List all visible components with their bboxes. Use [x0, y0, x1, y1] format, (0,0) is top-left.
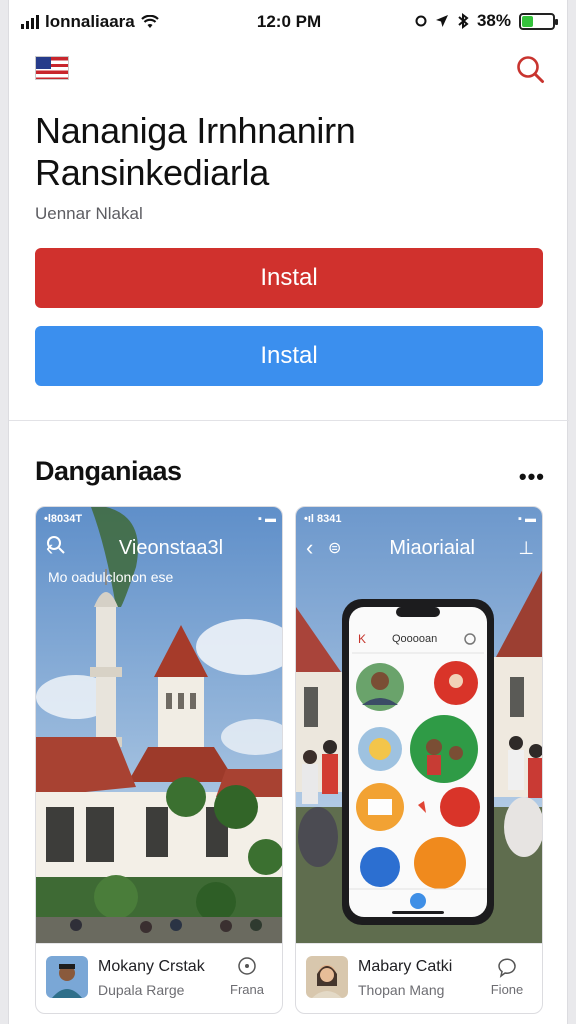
- mini-nav-bar: ‹ ⊜ Miaoriaial ⊥: [306, 535, 534, 561]
- developer-avatar: [46, 956, 88, 998]
- mini-nav-title: Vieonstaa3l: [118, 536, 224, 559]
- location-pin-icon[interactable]: [236, 956, 258, 978]
- app-subtitle: Uennar Nlakal: [35, 204, 143, 223]
- svg-text:K: K: [358, 632, 366, 646]
- location-arrow-icon: [435, 15, 448, 27]
- mini-nav-bar: ‹ Vieonstaa3l: [46, 535, 274, 561]
- bluetooth-icon: [458, 13, 469, 29]
- status-right: 38%: [415, 11, 558, 31]
- menu-icon: ⊜: [328, 540, 342, 557]
- us-flag-icon[interactable]: [35, 56, 69, 80]
- battery-percent: 38%: [476, 11, 511, 30]
- back-arrow-icon: ‹: [306, 535, 314, 560]
- app-title-line-1: Nananiga Irnhnanirn: [35, 110, 356, 151]
- mini-search-icon: [47, 536, 65, 554]
- phone-search-label: Qooooan: [392, 633, 438, 645]
- developer-avatar: [306, 956, 348, 998]
- divider: [9, 420, 569, 421]
- more-options-icon[interactable]: •••: [519, 464, 545, 490]
- mini-status-time: •ıl 8341: [304, 513, 342, 525]
- battery-icon: [519, 12, 558, 30]
- screenshot-image-mosque: •l8034T ▪ ▬ ‹ Vieonstaa3l Mo oadulclonon…: [36, 507, 282, 943]
- mini-caption: Mo oadulclonon ese: [48, 569, 174, 585]
- screenshot-card-1[interactable]: •l8034T ▪ ▬ ‹ Vieonstaa3l Mo oadulclonon…: [35, 506, 283, 1014]
- section-title: Danganiaas: [35, 456, 182, 486]
- install-button-primary[interactable]: Instal: [35, 248, 543, 308]
- card-footer: Mokany Crstak Dupala Rarge Frana: [36, 943, 282, 1013]
- app-store-page: lonnaliaara 12:0 PM 38% Nananiga Irnhnan…: [8, 0, 569, 1024]
- card-action-label[interactable]: Fione: [484, 982, 530, 997]
- screenshot-image-phone: K •ıl 8341 ▪ ▬ ‹ ⊜ Miaoriaial ⊥ Qooooan: [296, 507, 542, 943]
- mini-status-bar: •l8034T ▪ ▬: [44, 513, 276, 525]
- developer-subtitle: Thopan Mang: [358, 982, 445, 998]
- card-footer: Mabary Catki Thopan Mang Fione: [296, 943, 542, 1013]
- mini-status-bar: •ıl 8341 ▪ ▬: [304, 513, 536, 525]
- mini-status-time: •l8034T: [44, 513, 83, 525]
- share-icon: ⊥: [518, 537, 534, 558]
- card-action-label[interactable]: Frana: [224, 982, 270, 997]
- mini-status-icons: ▪ ▬: [518, 513, 536, 525]
- developer-subtitle: Dupala Rarge: [98, 982, 185, 998]
- install-button-secondary[interactable]: Instal: [35, 326, 543, 386]
- screenshot-card-2[interactable]: K •ıl 8341 ▪ ▬ ‹ ⊜ Miaoriaial ⊥ Qooooan …: [295, 506, 543, 1014]
- mini-status-icons: ▪ ▬: [258, 513, 276, 525]
- search-icon[interactable]: [515, 54, 545, 84]
- chat-bubble-icon[interactable]: [496, 956, 518, 978]
- alarm-icon: [415, 15, 427, 27]
- app-title: Nananiga Irnhnanirn Ransinkediarla: [35, 110, 535, 194]
- status-bar: lonnaliaara 12:0 PM 38%: [9, 0, 569, 44]
- mini-nav-title: Miaoriaial: [389, 536, 475, 559]
- developer-name: Mokany Crstak: [98, 958, 205, 975]
- app-title-line-2: Ransinkediarla: [35, 152, 269, 193]
- developer-name: Mabary Catki: [358, 958, 453, 975]
